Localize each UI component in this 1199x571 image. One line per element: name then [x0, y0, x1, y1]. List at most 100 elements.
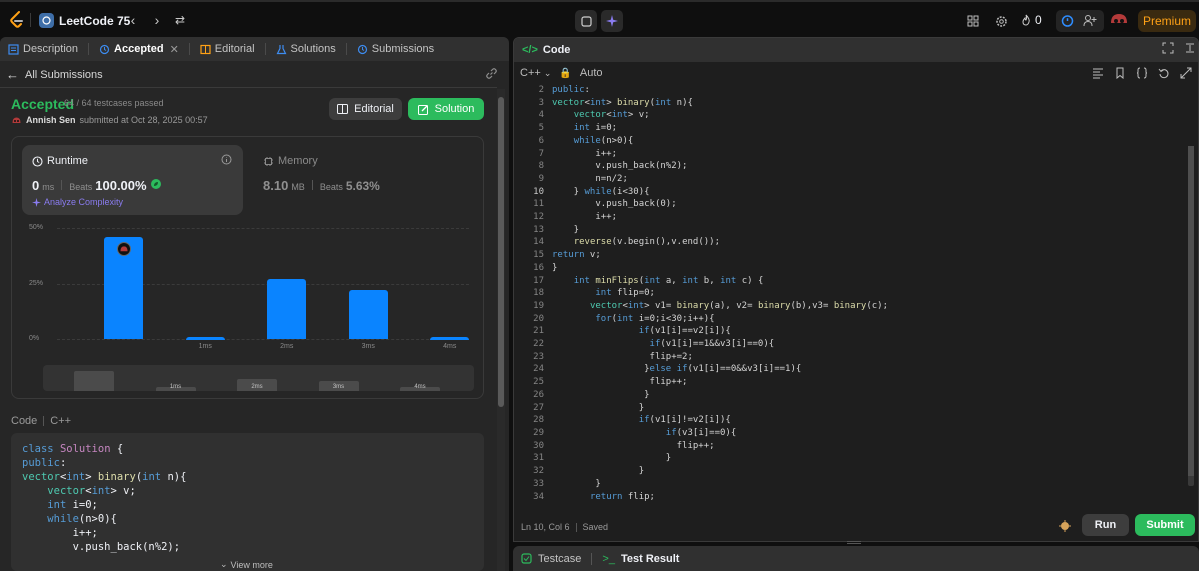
code-content[interactable]: public: vector<int> binary(int n){ vector… [552, 84, 888, 503]
tab-submissions[interactable]: Submissions [357, 43, 434, 55]
memory-title[interactable]: Memory [263, 155, 318, 167]
leetcode-logo[interactable] [9, 11, 25, 29]
runtime-bar[interactable] [430, 336, 470, 340]
code-line: int i=0; [573, 123, 618, 134]
user-avatar[interactable] [1109, 11, 1129, 29]
submitter-name[interactable]: Annish Sen [26, 115, 76, 125]
share-link-icon[interactable] [485, 67, 498, 80]
editorial-label: Editorial [354, 103, 394, 115]
submitter-info: Annish Sen submitted at Oct 28, 2025 00:… [11, 115, 208, 125]
shuffle-icon[interactable]: ⇄ [172, 12, 188, 28]
minimap-label: 1ms [169, 384, 182, 390]
code-line: vector<int> v1= binary(a), v2= binary(b)… [589, 300, 889, 311]
analyze-complexity-link[interactable]: Analyze Complexity [32, 197, 123, 207]
code-line: return flip; [589, 491, 655, 502]
code-line: } [552, 466, 645, 477]
tab-editorial[interactable]: Editorial [200, 43, 266, 55]
tab-label: Solutions [290, 43, 336, 55]
line-number: 3 [538, 97, 544, 108]
sparkle-icon [32, 197, 41, 207]
bookmark-icon[interactable] [1114, 67, 1126, 79]
resize-handle[interactable] [847, 541, 861, 544]
code-line: } [552, 262, 558, 273]
timer-icon[interactable] [1061, 14, 1074, 27]
code-line: while(n>0){ [573, 135, 634, 146]
streak-counter[interactable]: 0 [1021, 13, 1042, 27]
user-avatar[interactable] [11, 116, 22, 125]
debug-icon[interactable] [1058, 519, 1072, 533]
beats-label: Beats [319, 182, 343, 192]
console-tabbar: Testcase >_ Test Result [513, 546, 1199, 571]
code-brackets-icon: </> [522, 44, 538, 56]
fullscreen-icon[interactable] [1162, 42, 1174, 54]
editorial-button[interactable]: Editorial [329, 98, 402, 120]
view-more-button[interactable]: ⌄ View more [220, 559, 273, 570]
book-icon [337, 104, 349, 114]
line-number: 11 [533, 199, 544, 210]
saved-status: Saved [582, 522, 609, 532]
tab-test-result[interactable]: Test Result [621, 553, 679, 565]
code-editor[interactable]: 2 3 4 5 6 7 8 9 10 11 12 13 14 15 16 17 18 19 20 21 22 23 24 25… [514, 84, 1198, 506]
settings-gear-icon[interactable] [992, 12, 1010, 30]
code-line: v.push_back(n%2); [22, 541, 181, 553]
reset-icon[interactable] [1158, 67, 1170, 79]
tab-label: Submissions [371, 43, 435, 55]
runtime-bar[interactable] [185, 336, 225, 340]
history-icon [357, 44, 367, 54]
code-tab-label[interactable]: Code [543, 44, 571, 56]
code-line: public: [552, 85, 590, 95]
runtime-bar[interactable] [348, 290, 388, 339]
code-line: v.push_back(0); [552, 199, 677, 210]
memory-label: Memory [278, 155, 318, 167]
line-number: 24 [533, 364, 544, 375]
solution-button[interactable]: Solution [408, 98, 484, 120]
submitted-time: submitted at Oct 28, 2025 00:57 [79, 115, 208, 125]
tab-solutions[interactable]: Solutions [276, 43, 347, 55]
braces-icon[interactable] [1136, 67, 1148, 79]
expand-icon[interactable] [1180, 67, 1192, 79]
ai-assist-button[interactable] [601, 10, 623, 32]
flame-icon [1022, 14, 1030, 26]
code-line: flip+=2; [552, 351, 693, 362]
notes-button[interactable] [575, 10, 597, 32]
code-header: Code C++ [11, 415, 71, 427]
code-line: } [552, 389, 650, 400]
runtime-box[interactable]: Runtime 0 ms Beats 100.00% Analyze Compl… [22, 145, 243, 215]
flask-icon [276, 44, 287, 54]
gridline [57, 228, 469, 229]
history-icon [99, 44, 110, 54]
collapse-icon[interactable] [1184, 42, 1196, 54]
all-submissions-link[interactable]: ← All Submissions [6, 67, 103, 82]
run-button[interactable]: Run [1082, 514, 1129, 536]
code-line: flip++; [552, 440, 715, 451]
runtime-bar[interactable] [267, 279, 307, 339]
info-icon[interactable] [221, 154, 232, 165]
line-number: 13 [533, 224, 544, 235]
runtime-value: 0 [32, 178, 40, 193]
study-plan-icon[interactable] [39, 13, 54, 28]
close-tab-icon[interactable]: ✕ [170, 43, 179, 56]
problem-list-title[interactable]: LeetCode 75 [59, 14, 130, 28]
code-line: for(int i=0;i<30;i++){ [595, 313, 715, 324]
format-icon[interactable] [1092, 67, 1104, 79]
x-tick-label: 4ms [443, 343, 457, 350]
prev-problem-icon[interactable]: ‹ [125, 12, 141, 28]
editor-scrollbar[interactable] [1188, 146, 1194, 486]
left-tabbar: Description Accepted ✕ Editorial Solutio… [0, 37, 509, 61]
tab-accepted[interactable]: Accepted ✕ [99, 43, 190, 56]
submit-button[interactable]: Submit [1135, 514, 1195, 536]
code-line: return v; [552, 250, 601, 261]
code-line: i++; [552, 212, 618, 223]
auto-mode-label[interactable]: Auto [580, 67, 603, 79]
tab-testcase[interactable]: Testcase [538, 553, 581, 565]
premium-button[interactable]: Premium [1138, 10, 1196, 32]
chart-range-slider[interactable]: 1ms 2ms 3ms 4ms [43, 365, 474, 391]
note-icon [580, 15, 592, 27]
layout-icon[interactable] [964, 12, 982, 30]
scrollbar[interactable] [497, 89, 505, 571]
next-problem-icon[interactable]: › [149, 12, 165, 28]
language-select[interactable]: C++ ⌄ [520, 67, 551, 79]
chevron-down-icon: ⌄ [220, 559, 228, 569]
tab-description[interactable]: Description [8, 43, 90, 55]
add-user-icon[interactable] [1083, 14, 1097, 27]
